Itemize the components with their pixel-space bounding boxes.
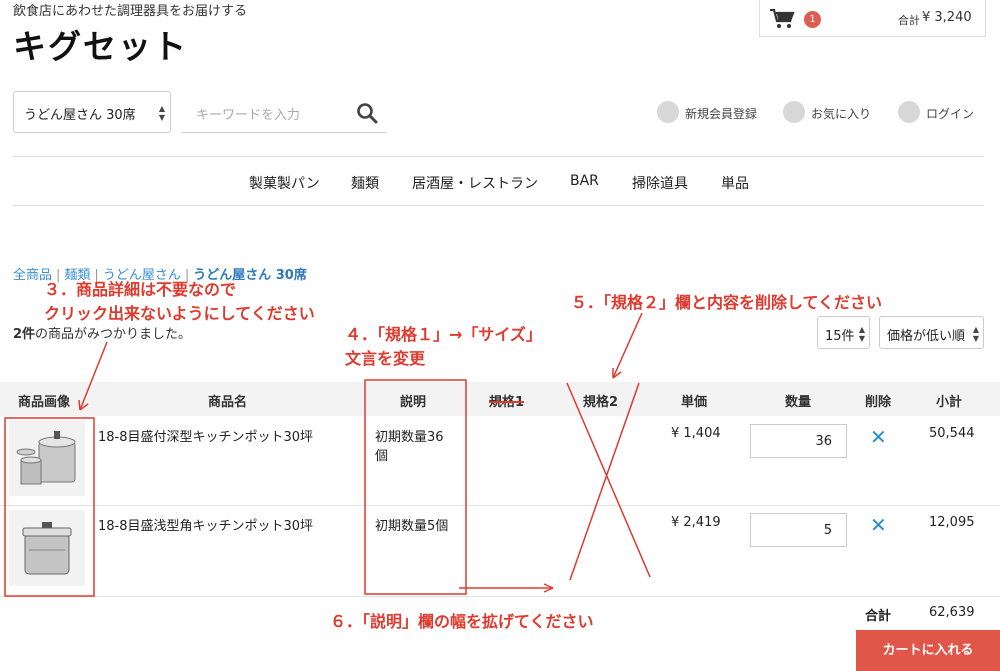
annotation-note-5: ５．「規格２」欄と内容を削除してください [571,293,883,312]
annotation-box-desc [364,379,467,595]
annotation-arrow-5 [612,312,643,379]
annotation-box-image [4,417,95,597]
annotation-note-3: ３．商品詳細は不要なので [44,280,237,299]
annotation-note-4: ４．「規格１」→「サイズ」 [345,325,542,344]
annotation-arrow-3 [79,341,108,411]
annotation-note-3: クリック出来ないようにしてください [44,304,315,323]
annotation-note-4: 文言を変更 [345,349,426,368]
annotation-cross-spec2 [566,382,651,581]
annotation-note-6: ６．「説明」欄の幅を拡げてください [330,612,594,631]
